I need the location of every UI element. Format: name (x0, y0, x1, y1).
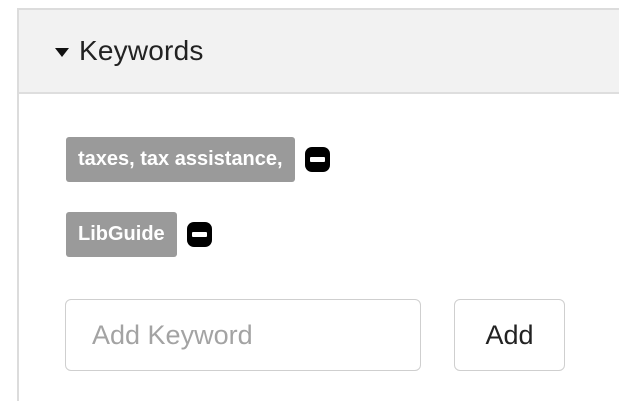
keyword-tag: taxes, tax assistance, (66, 137, 295, 182)
keyword-row: taxes, tax assistance, (66, 137, 330, 182)
add-keyword-input[interactable] (65, 299, 421, 371)
panel-title: Keywords (79, 35, 204, 66)
keywords-panel: Keywords taxes, tax assistance, LibGuide… (17, 8, 619, 401)
minus-icon (309, 157, 325, 162)
minus-icon (191, 232, 207, 237)
remove-keyword-button[interactable] (304, 147, 330, 172)
caret-down-icon[interactable] (55, 47, 69, 57)
keyword-row: LibGuide (66, 212, 212, 257)
keyword-tag: LibGuide (66, 212, 177, 257)
add-keyword-form: Add (65, 299, 565, 371)
remove-keyword-button[interactable] (186, 222, 212, 247)
page: Keywords taxes, tax assistance, LibGuide… (0, 0, 619, 401)
add-keyword-button[interactable]: Add (454, 299, 565, 371)
keywords-panel-header[interactable]: Keywords (19, 10, 619, 94)
